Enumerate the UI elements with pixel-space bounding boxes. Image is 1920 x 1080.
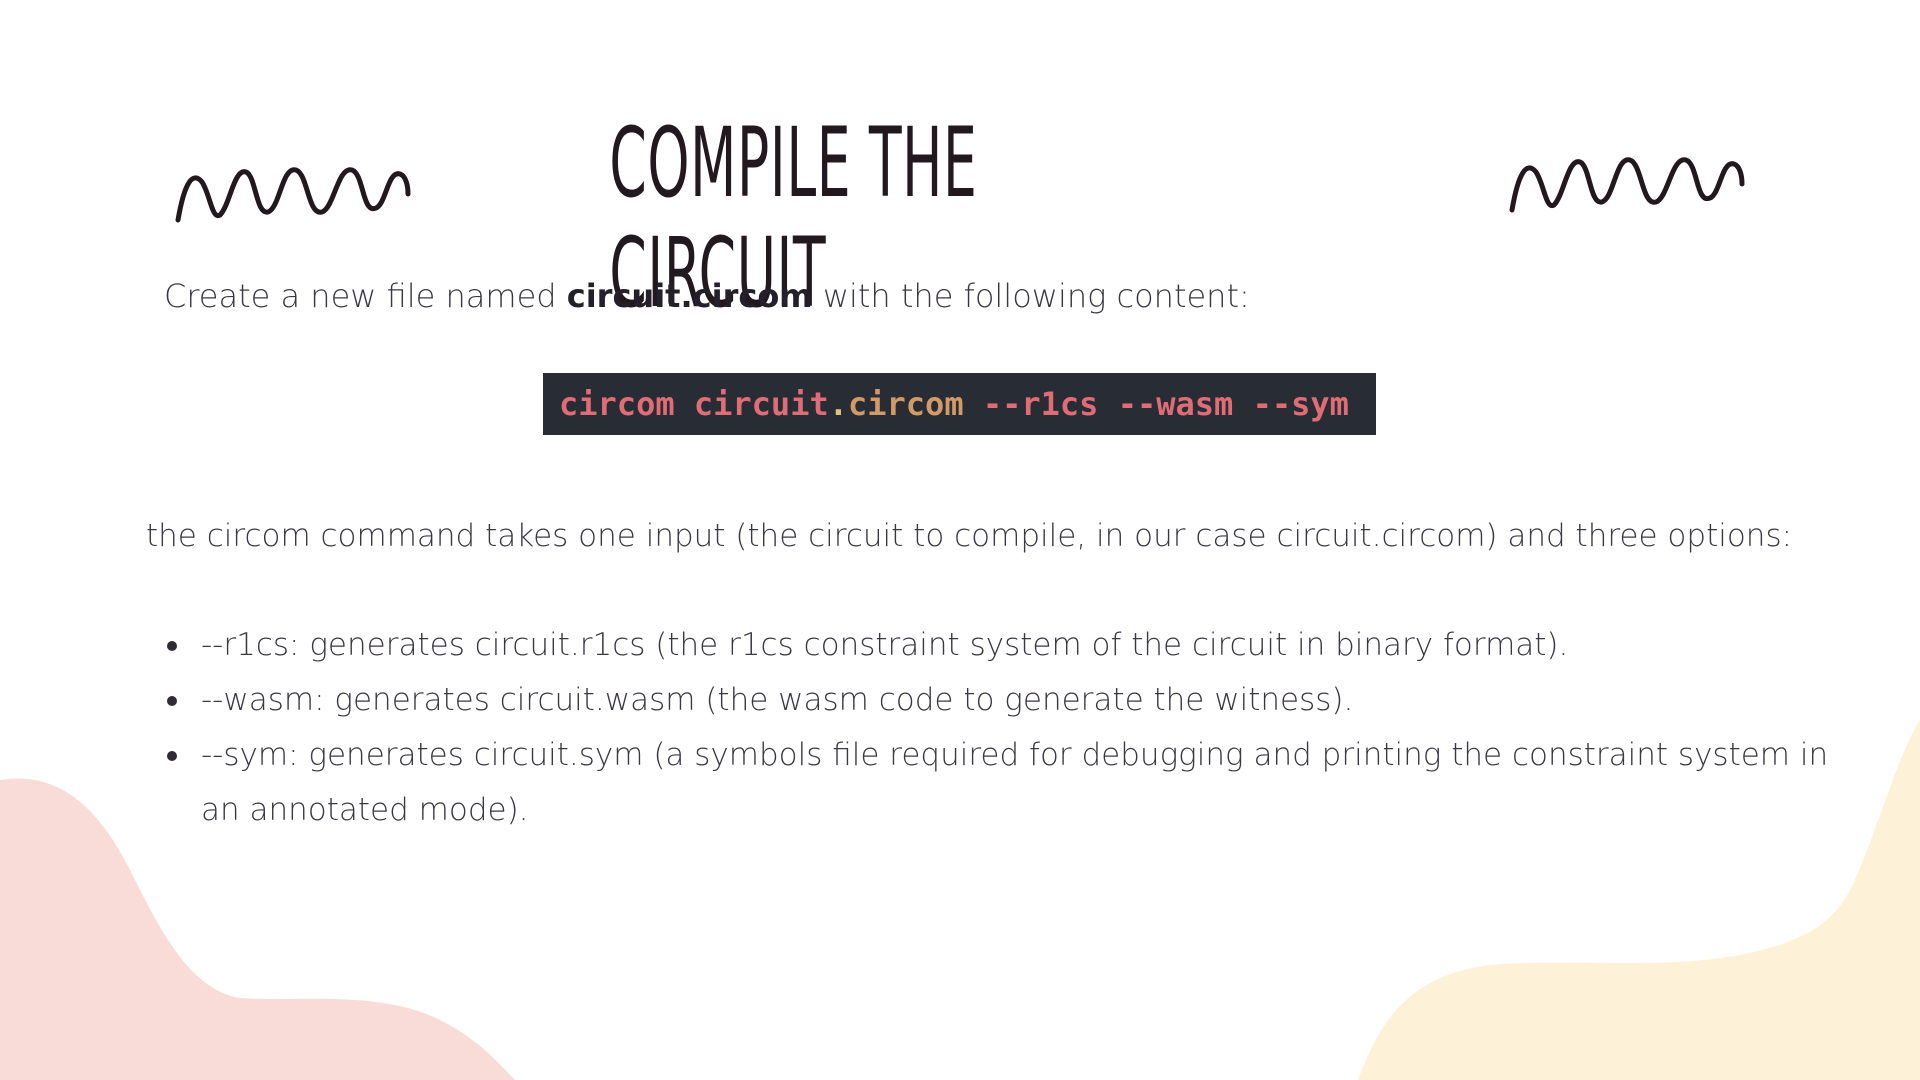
code-dot: . (828, 385, 848, 423)
slide-title: COMPILE THE CIRCUIT (609, 107, 978, 329)
code-command: circom circuit (559, 385, 829, 423)
squiggle-left-icon (175, 167, 411, 223)
code-block: circom circuit.circom --r1cs --wasm --sy… (543, 373, 1376, 435)
intro-text: Create a new file named circuit.circom w… (164, 272, 1250, 320)
description-paragraph: the circom command takes one input (the … (146, 518, 1793, 554)
intro-after: with the following content: (812, 277, 1250, 315)
code-flags: --r1cs --wasm --sym (963, 385, 1349, 423)
option-item-r1cs: --r1cs: generates circuit.r1cs (the r1cs… (167, 618, 1841, 673)
option-item-wasm: --wasm: generates circuit.wasm (the wasm… (167, 673, 1841, 728)
intro-before: Create a new file named (164, 277, 567, 315)
option-item-sym: --sym: generates circuit.sym (a symbols … (167, 728, 1841, 838)
options-list: --r1cs: generates circuit.r1cs (the r1cs… (146, 618, 1841, 838)
intro-filename: circuit.circom (566, 277, 813, 315)
squiggle-right-icon (1509, 157, 1745, 213)
code-extension: circom (847, 385, 964, 423)
